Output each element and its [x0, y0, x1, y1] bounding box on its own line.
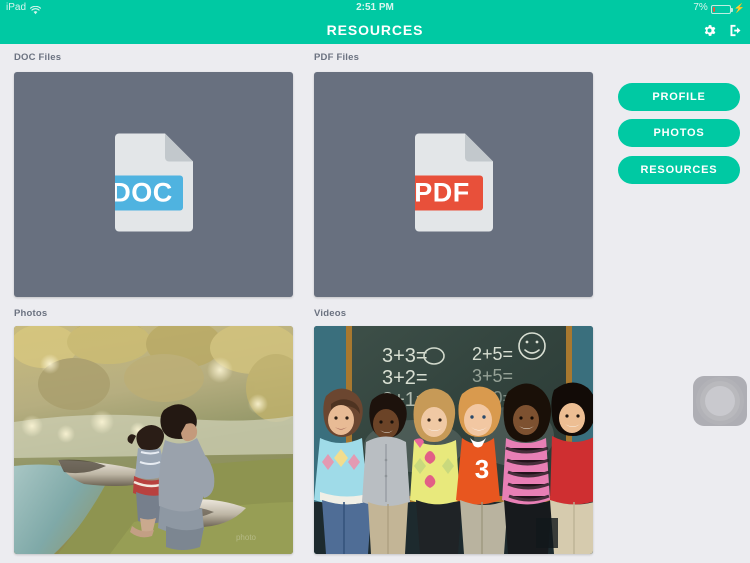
battery-percent: 7%: [693, 2, 708, 13]
assistive-touch-button[interactable]: [693, 376, 747, 426]
photos-button[interactable]: PHOTOS: [618, 119, 740, 147]
status-bar: iPad 2:51 PM 7% ⚡: [0, 0, 750, 16]
video-image: 3+3= 3+2= 3+1= 2+5= 3+5= 3+0=: [314, 326, 593, 554]
svg-text:2+5=: 2+5=: [472, 344, 513, 364]
navigation-bar: RESOURCES: [0, 16, 750, 44]
status-bar-time: 2:51 PM: [356, 2, 394, 13]
svg-text:3+3=: 3+3=: [382, 345, 428, 367]
doc-file-icon: DOC: [100, 133, 193, 236]
svg-text:3: 3: [475, 454, 489, 484]
pdf-file-icon: PDF: [400, 133, 493, 236]
logout-icon[interactable]: [728, 23, 743, 38]
photos-thumbnail[interactable]: photo: [14, 326, 293, 554]
pdf-files-card[interactable]: PDF: [314, 72, 593, 297]
battery-icon: [710, 4, 733, 14]
svg-text:3+5=: 3+5=: [472, 366, 513, 386]
status-bar-right: 7% ⚡: [693, 0, 745, 16]
svg-text:photo: photo: [236, 533, 257, 542]
photo-image: photo: [14, 326, 293, 554]
svg-text:3+2=: 3+2=: [382, 367, 428, 389]
doc-files-card[interactable]: DOC: [14, 72, 293, 297]
section-label-doc-files: DOC Files: [14, 52, 62, 63]
profile-button[interactable]: PROFILE: [618, 83, 740, 111]
section-label-pdf-files: PDF Files: [314, 52, 360, 63]
gear-icon[interactable]: [702, 23, 717, 38]
resources-button[interactable]: RESOURCES: [618, 156, 740, 184]
page-title: RESOURCES: [326, 22, 424, 38]
svg-text:DOC: DOC: [115, 177, 173, 207]
lightning-bolt-icon: ⚡: [733, 3, 745, 13]
nav-actions: [702, 16, 743, 44]
svg-text:PDF: PDF: [415, 177, 470, 207]
assistive-touch-ring: [705, 386, 735, 416]
section-label-photos: Photos: [14, 308, 48, 319]
app-screen: iPad 2:51 PM 7% ⚡ RESOURCES DOC Files PD…: [0, 0, 750, 563]
videos-thumbnail[interactable]: 3+3= 3+2= 3+1= 2+5= 3+5= 3+0=: [314, 326, 593, 554]
section-label-videos: Videos: [314, 308, 347, 319]
